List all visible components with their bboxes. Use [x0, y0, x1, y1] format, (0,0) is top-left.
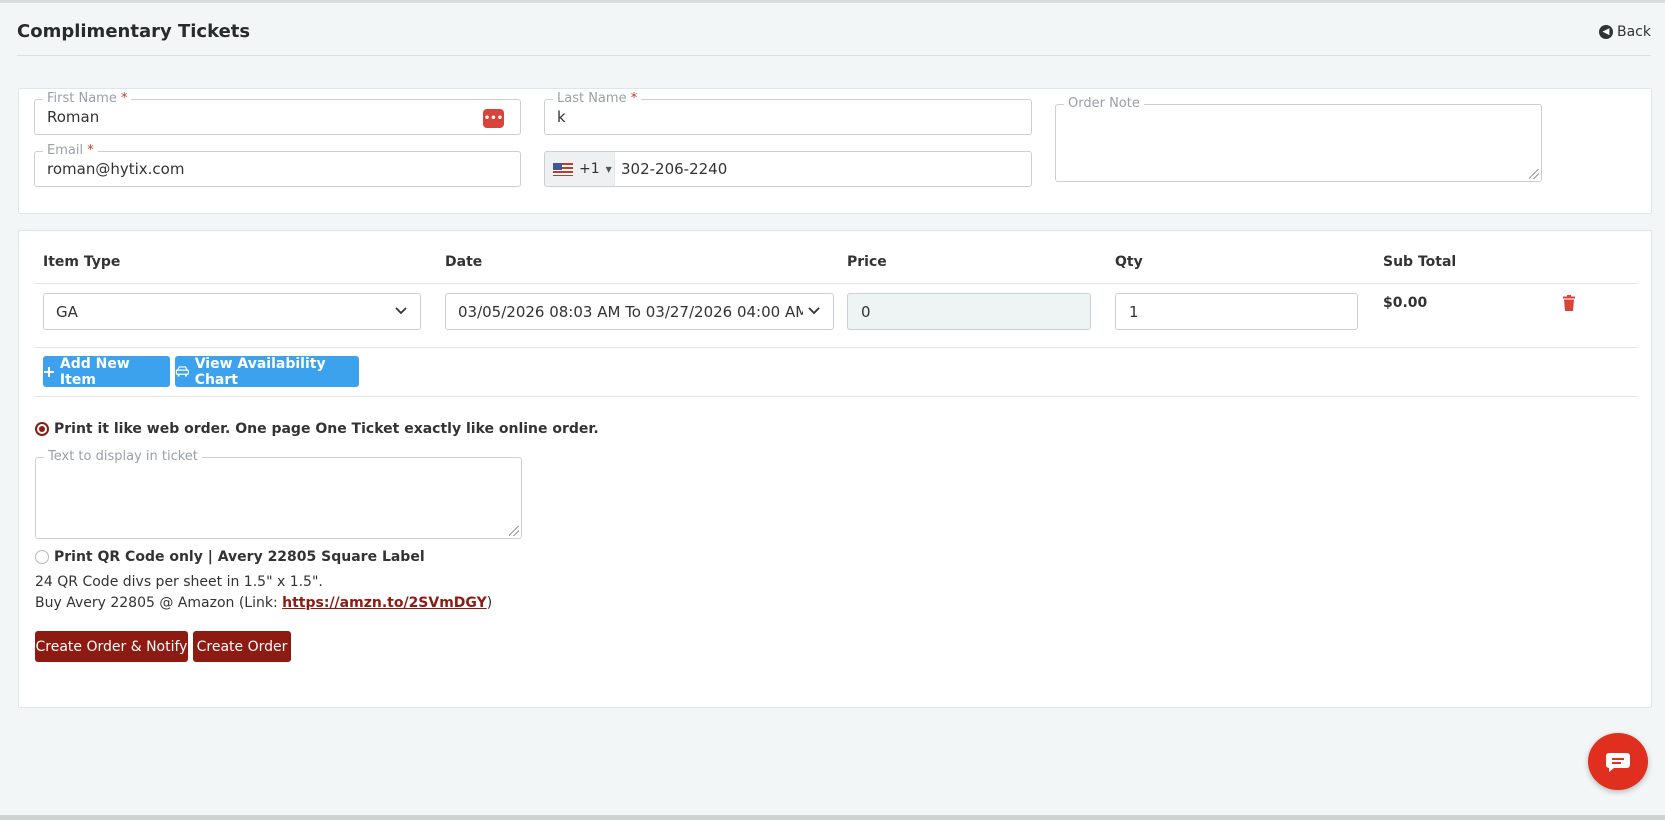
chevron-down-icon [395, 307, 407, 315]
price-value: 0 [861, 303, 871, 321]
car-icon [175, 366, 189, 377]
customer-card: First Name * Roman ••• Last Name * k Ord… [18, 88, 1652, 214]
trash-icon[interactable] [1562, 295, 1576, 311]
first-name-legend: First Name * [43, 91, 132, 107]
last-name-field[interactable]: Last Name * k [544, 91, 1032, 135]
row-divider [34, 347, 1638, 348]
print-web-order-radio[interactable] [35, 422, 49, 436]
column-header-sub-total: Sub Total [1383, 254, 1457, 270]
qty-input[interactable]: 1 [1115, 293, 1358, 330]
ticket-text-legend: Text to display in ticket [44, 449, 202, 465]
add-new-item-button[interactable]: Add New Item [43, 355, 170, 388]
sub-total-value: $0.00 [1383, 295, 1428, 311]
chevron-down-icon [808, 307, 820, 315]
column-header-price: Price [847, 254, 887, 270]
first-name-value: Roman [47, 108, 100, 126]
chat-bubble-icon [1606, 752, 1630, 772]
column-header-qty: Qty [1115, 254, 1143, 270]
top-border [0, 0, 1665, 3]
email-value: roman@hytix.com [47, 160, 185, 178]
phone-number: 302-206-2240 [621, 160, 728, 178]
country-code-selector[interactable]: +1 ▼ [545, 152, 615, 186]
arrow-circle-left-icon: ◀ [1599, 25, 1613, 39]
email-field[interactable]: Email * roman@hytix.com [34, 143, 521, 187]
header-divider [34, 283, 1638, 284]
country-code: +1 [579, 161, 600, 177]
us-flag-icon [553, 162, 573, 176]
plus-icon [43, 366, 54, 377]
resize-grip-icon[interactable] [1529, 169, 1539, 179]
view-availability-chart-label: View Availability Chart [194, 355, 326, 388]
resize-grip-icon[interactable] [509, 526, 519, 536]
column-header-date: Date [445, 254, 483, 270]
page-title: Complimentary Tickets [17, 21, 251, 42]
print-qr-label: Print QR Code only | Avery 22805 Square … [54, 549, 425, 565]
chat-button[interactable] [1588, 733, 1648, 790]
email-legend: Email * [43, 143, 98, 159]
print-qr-option[interactable]: Print QR Code only | Avery 22805 Square … [35, 549, 425, 565]
page-header: Complimentary Tickets ◀ Back [17, 14, 1651, 56]
qr-note-line-1: 24 QR Code divs per sheet in 1.5" x 1.5"… [35, 574, 323, 590]
item-type-value: GA [56, 303, 78, 321]
first-name-field[interactable]: First Name * Roman ••• [34, 91, 521, 135]
print-web-order-option[interactable]: Print it like web order. One page One Ti… [35, 421, 599, 437]
ticket-text-field[interactable]: Text to display in ticket [35, 449, 522, 539]
create-order-notify-button[interactable]: Create Order & Notify [35, 631, 188, 662]
column-header-item-type: Item Type [43, 254, 121, 270]
create-order-button[interactable]: Create Order [193, 631, 291, 662]
actions-divider [34, 396, 1638, 397]
bottom-border [0, 815, 1665, 820]
items-card: Item Type Date Price Qty Sub Total GA 03… [18, 230, 1652, 708]
view-availability-chart-button[interactable]: View Availability Chart [175, 355, 359, 388]
dots-icon[interactable]: ••• [483, 109, 504, 128]
last-name-value: k [557, 108, 566, 126]
amazon-link[interactable]: https://amzn.to/2SVmDGY [282, 595, 487, 611]
order-note-legend: Order Note [1064, 96, 1144, 112]
back-link[interactable]: ◀ Back [1599, 24, 1651, 40]
back-label: Back [1617, 24, 1651, 40]
item-type-select[interactable]: GA [43, 293, 421, 330]
caret-down-icon: ▼ [605, 164, 612, 174]
add-new-item-label: Add New Item [59, 355, 130, 388]
print-web-order-label: Print it like web order. One page One Ti… [54, 421, 599, 437]
date-value: 03/05/2026 08:03 AM To 03/27/2026 04:00 … [458, 303, 803, 321]
print-qr-radio[interactable] [35, 550, 49, 564]
order-note-field[interactable]: Order Note [1055, 96, 1542, 182]
price-input: 0 [847, 293, 1091, 330]
qr-note-line-2: Buy Avery 22805 @ Amazon (Link: https://… [35, 595, 493, 611]
date-select[interactable]: 03/05/2026 08:03 AM To 03/27/2026 04:00 … [445, 293, 834, 330]
qty-value: 1 [1129, 303, 1139, 321]
last-name-legend: Last Name * [553, 91, 642, 107]
phone-field[interactable]: +1 ▼ 302-206-2240 [544, 151, 1032, 187]
